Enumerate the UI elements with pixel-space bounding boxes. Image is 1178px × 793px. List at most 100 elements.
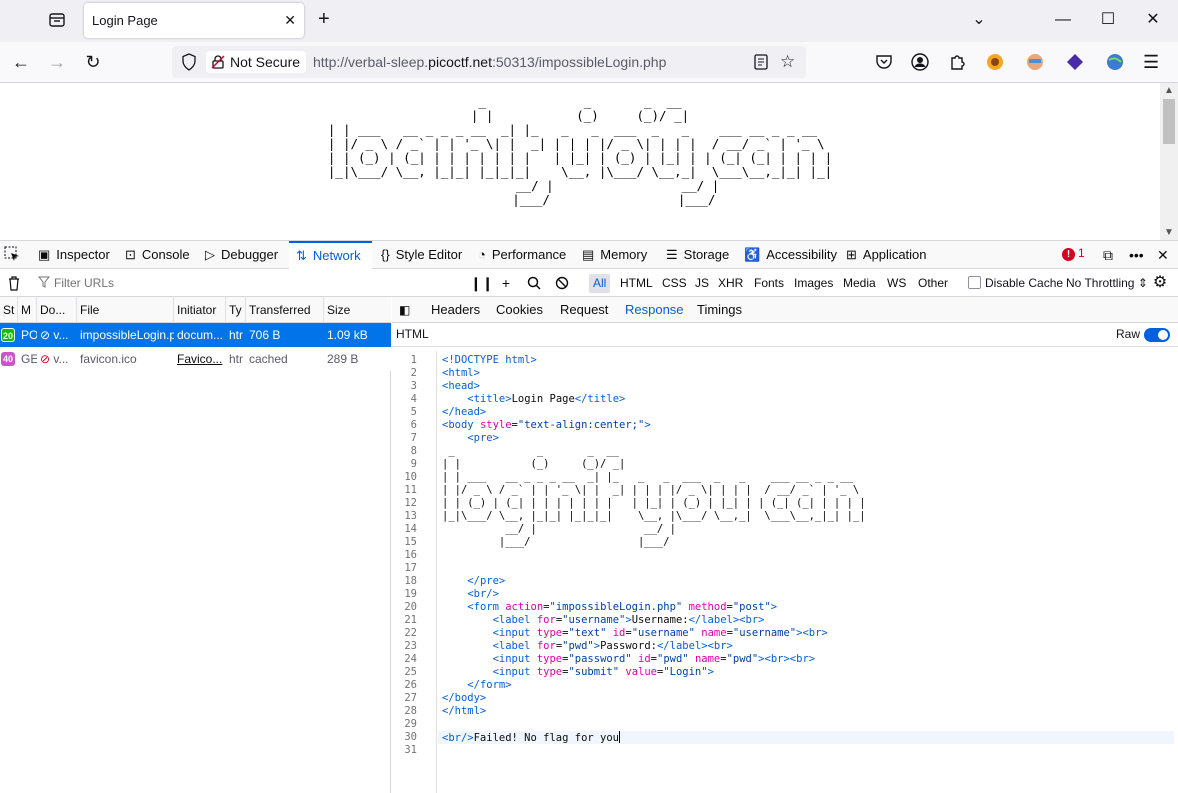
raw-toggle[interactable]: [1144, 328, 1170, 342]
browser-tab[interactable]: Login Page ✕: [84, 3, 304, 38]
pause-icon[interactable]: ❙❙: [470, 273, 493, 293]
row-file: favicon.ico: [80, 352, 137, 366]
code-line: <html>: [442, 367, 480, 379]
response-code-viewer[interactable]: 1 2 3 4 5 6 7 8 9 10 11 12 13 14 15 16 17 18 19 20 21 22 23 24 2…: [392, 351, 1178, 793]
minimize-icon[interactable]: —: [1051, 8, 1075, 32]
filter-media[interactable]: Media: [839, 274, 880, 293]
line-number: 12: [404, 497, 417, 509]
column-status[interactable]: St: [0, 297, 18, 323]
bookmark-star-icon[interactable]: ☆: [780, 53, 798, 71]
tab-response[interactable]: Response: [625, 297, 684, 323]
url-text[interactable]: http://verbal-sleep.picoctf.net:50313/im…: [313, 54, 666, 70]
row-initiator-link[interactable]: Favico...: [174, 347, 226, 371]
scroll-down-icon[interactable]: ▼: [1164, 227, 1174, 238]
shield-icon[interactable]: [181, 53, 197, 74]
dock-options-icon[interactable]: ⧉: [1103, 241, 1113, 269]
column-file[interactable]: File: [77, 297, 174, 323]
add-request-icon[interactable]: +: [497, 273, 515, 293]
column-method[interactable]: M: [18, 297, 37, 323]
line-number: 28: [404, 705, 417, 717]
filter-js[interactable]: JS: [691, 274, 713, 293]
filter-html[interactable]: HTML: [616, 274, 657, 293]
clear-requests-icon[interactable]: [5, 273, 23, 293]
request-row[interactable]: 40 GE ⊘ v... favicon.ico Favico... htr c…: [0, 347, 391, 371]
pocket-icon[interactable]: [874, 52, 894, 72]
settings-gear-icon[interactable]: ⚙: [1151, 273, 1169, 293]
tab-accessibility[interactable]: ♿ Accessibility: [744, 241, 837, 269]
tab-network[interactable]: ⇅ Network: [289, 241, 372, 269]
tab-timings[interactable]: Timings: [697, 297, 742, 323]
throttling-select[interactable]: No Throttling ⇕: [1066, 274, 1148, 293]
inspector-icon: ▣: [38, 247, 51, 262]
tab-console[interactable]: ⊡ Console: [125, 241, 190, 269]
column-initiator[interactable]: Initiator: [174, 297, 226, 323]
error-count-badge[interactable]: ! 1: [1062, 246, 1085, 261]
column-domain[interactable]: Do...: [37, 297, 77, 323]
more-options-icon[interactable]: •••: [1129, 241, 1144, 269]
code-line: </head>: [442, 406, 487, 418]
filter-all[interactable]: All: [589, 274, 611, 293]
tab-storage[interactable]: ☰ Storage: [666, 241, 729, 269]
extension-fox-icon[interactable]: [985, 52, 1005, 72]
extension-face-icon[interactable]: [1025, 52, 1045, 72]
close-tab-icon[interactable]: ✕: [284, 12, 296, 29]
code-line: | |/ _ \ / _` | | '_ \| | _| | | | |/ _ …: [442, 484, 860, 496]
line-number: 7: [410, 432, 417, 444]
url-bar[interactable]: Not Secure http://verbal-sleep.picoctf.n…: [172, 46, 806, 78]
list-all-tabs-icon[interactable]: ⌄: [967, 8, 991, 32]
scroll-up-icon[interactable]: ▲: [1164, 85, 1174, 96]
page-scrollbar[interactable]: ▲ ▼: [1160, 83, 1178, 240]
block-requests-icon[interactable]: [553, 273, 571, 293]
search-icon[interactable]: [525, 273, 543, 293]
close-devtools-icon[interactable]: ✕: [1157, 241, 1169, 269]
filter-ws[interactable]: WS: [883, 274, 910, 293]
tab-memory[interactable]: ▤ Memory: [582, 241, 647, 269]
disable-cache-checkbox[interactable]: [968, 276, 981, 289]
tab-accessibility-label: Accessibility: [766, 247, 837, 262]
back-icon[interactable]: ←: [9, 51, 33, 75]
menu-icon[interactable]: ☰: [1143, 52, 1163, 72]
line-number: 1: [410, 354, 417, 366]
extension-globe-icon[interactable]: [1105, 52, 1125, 72]
performance-icon: ◔: [478, 247, 486, 262]
pick-element-icon[interactable]: [4, 241, 20, 269]
tab-headers[interactable]: Headers: [431, 297, 480, 323]
row-transferred: 706 B: [249, 328, 281, 342]
tab-list-icon[interactable]: [46, 9, 68, 31]
account-icon[interactable]: [910, 52, 930, 72]
filter-xhr[interactable]: XHR: [714, 274, 747, 293]
code-line: <input type="password" id="pwd" name="pw…: [492, 653, 816, 665]
tab-network-label: Network: [312, 248, 361, 263]
tab-style-editor[interactable]: {} Style Editor: [381, 241, 462, 269]
column-type[interactable]: Ty: [226, 297, 246, 323]
row-domain-text: v...: [53, 328, 69, 342]
filter-images[interactable]: Images: [790, 274, 837, 293]
new-tab-icon[interactable]: +: [318, 9, 330, 29]
forward-icon[interactable]: →: [45, 51, 69, 75]
line-number: 10: [404, 471, 417, 483]
line-number: 17: [404, 562, 417, 574]
request-row[interactable]: 20 PO ⊘ v... impossibleLogin.ph docum...…: [0, 323, 391, 347]
extension-diamond-icon[interactable]: [1065, 52, 1085, 72]
column-size[interactable]: Size: [324, 297, 391, 323]
not-secure-indicator[interactable]: Not Secure: [206, 51, 307, 73]
reload-icon[interactable]: ↻: [81, 51, 105, 75]
close-window-icon[interactable]: ✕: [1141, 8, 1165, 32]
tab-application[interactable]: ⊞ Application: [846, 241, 927, 269]
column-transferred[interactable]: Transferred: [246, 297, 324, 323]
filter-urls-input[interactable]: Filter URLs: [36, 273, 456, 293]
filter-other[interactable]: Other: [914, 274, 952, 293]
tab-request[interactable]: Request: [560, 297, 608, 323]
tab-debugger[interactable]: ▷ Debugger: [205, 241, 278, 269]
toggle-sidebar-icon[interactable]: ◧: [399, 297, 410, 323]
reader-view-icon[interactable]: [752, 53, 770, 71]
filter-fonts[interactable]: Fonts: [750, 274, 788, 293]
disable-cache-toggle[interactable]: Disable Cache: [968, 274, 1063, 293]
scroll-thumb[interactable]: [1163, 99, 1175, 144]
maximize-icon[interactable]: ☐: [1096, 8, 1120, 32]
extensions-icon[interactable]: [947, 52, 967, 72]
tab-cookies[interactable]: Cookies: [496, 297, 543, 323]
filter-css[interactable]: CSS: [658, 274, 691, 293]
tab-performance[interactable]: ◔ Performance: [478, 241, 566, 269]
tab-inspector[interactable]: ▣ Inspector: [38, 241, 110, 269]
